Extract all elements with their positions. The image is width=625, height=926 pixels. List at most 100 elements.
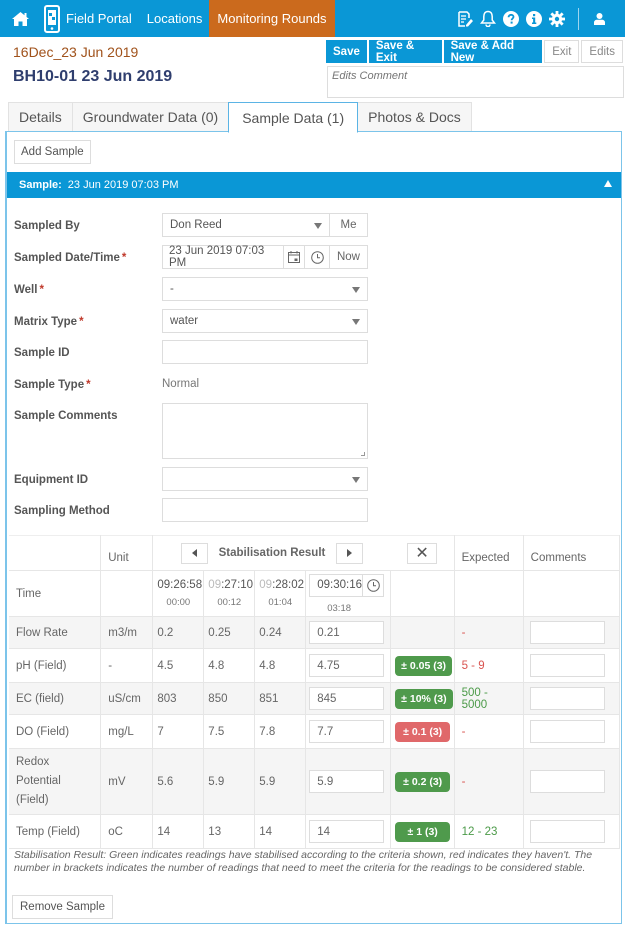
comment-input[interactable] bbox=[529, 820, 605, 843]
save-exit-button[interactable]: Save & Exit bbox=[368, 40, 442, 64]
sampling-method-label: Sampling Method bbox=[14, 505, 110, 517]
equipment-id-select[interactable] bbox=[162, 467, 368, 491]
sample-id-label: Sample ID bbox=[14, 347, 70, 359]
user-menu-button[interactable] bbox=[588, 0, 611, 37]
sample-comments-label: Sample Comments bbox=[14, 410, 118, 422]
parameter-name: Flow Rate bbox=[9, 616, 102, 649]
add-sample-button[interactable]: Add Sample bbox=[14, 140, 91, 164]
comment-input[interactable] bbox=[529, 621, 605, 644]
comments-cell bbox=[523, 648, 621, 683]
current-reading-input[interactable]: 0.21 bbox=[309, 621, 385, 644]
me-button[interactable]: Me bbox=[329, 213, 368, 237]
edits-button[interactable]: Edits bbox=[581, 40, 623, 63]
stabilisation-badge-cell: ± 0.2 (3) bbox=[390, 748, 455, 815]
save-button[interactable]: Save bbox=[326, 40, 367, 63]
sample-type-value: Normal bbox=[162, 378, 200, 390]
tab-sample-data[interactable]: Sample Data (1) bbox=[228, 102, 359, 133]
date-picker-button[interactable] bbox=[283, 245, 305, 269]
time-unit bbox=[100, 570, 154, 617]
prev-reading-button[interactable] bbox=[181, 542, 209, 564]
time-picker-button[interactable] bbox=[304, 245, 330, 269]
current-reading-cell: 7.7 bbox=[305, 714, 392, 749]
matrix-type-value: water bbox=[170, 315, 199, 327]
home-icon bbox=[11, 11, 29, 26]
mobile-device-icon bbox=[44, 4, 60, 33]
time-now-button[interactable] bbox=[362, 574, 383, 596]
time-reading-1: 09:26:58 00:00 bbox=[152, 570, 205, 617]
time-label: Time bbox=[9, 570, 102, 617]
tab-groundwater-data[interactable]: Groundwater Data (0) bbox=[71, 102, 230, 131]
help-button[interactable] bbox=[499, 0, 522, 37]
stabilisation-note: Stabilisation Result: Green indicates re… bbox=[14, 849, 593, 874]
expected-range: - bbox=[454, 616, 524, 649]
well-value: - bbox=[170, 283, 174, 295]
chevron-down-icon bbox=[352, 319, 360, 325]
stabilisation-badge: ± 1 (3) bbox=[395, 821, 451, 842]
edit-notes-icon bbox=[457, 10, 473, 27]
time-reading-3: 09:28:02 01:04 bbox=[254, 570, 307, 617]
time-reading-2: 09:27:10 00:12 bbox=[203, 570, 256, 617]
edits-comment-input[interactable] bbox=[327, 66, 624, 98]
nav-monitoring-rounds[interactable]: Monitoring Rounds bbox=[209, 0, 335, 37]
sample-id-input[interactable] bbox=[162, 340, 368, 364]
sampling-method-input[interactable] bbox=[162, 498, 368, 522]
comment-input[interactable] bbox=[529, 687, 605, 710]
matrix-type-select[interactable]: water bbox=[162, 309, 368, 333]
home-button[interactable] bbox=[0, 0, 40, 37]
comment-input[interactable] bbox=[529, 720, 605, 743]
sampled-by-label: Sampled By bbox=[14, 220, 80, 232]
current-time-input[interactable]: 09:30:16 bbox=[309, 573, 385, 597]
comments-cell bbox=[523, 616, 621, 649]
well-select[interactable]: - bbox=[162, 277, 368, 301]
close-column: ✕ bbox=[390, 535, 455, 571]
now-button[interactable]: Now bbox=[329, 245, 368, 269]
reading-2: 4.8 bbox=[203, 648, 256, 683]
edit-notes-button[interactable] bbox=[453, 0, 476, 37]
sampled-datetime-input[interactable]: 23 Jun 2019 07:03 PM bbox=[162, 245, 284, 269]
remove-reading-button[interactable]: ✕ bbox=[407, 542, 438, 564]
tab-photos-docs[interactable]: Photos & Docs bbox=[357, 102, 472, 131]
comment-input[interactable] bbox=[529, 770, 605, 793]
clock-icon bbox=[366, 578, 380, 592]
stabilisation-badge-cell bbox=[390, 616, 455, 649]
next-reading-button[interactable] bbox=[335, 542, 363, 564]
chevron-down-icon bbox=[314, 223, 322, 229]
current-reading-cell: 14 bbox=[305, 814, 392, 849]
tab-details[interactable]: Details bbox=[8, 102, 73, 131]
current-reading-input[interactable]: 5.9 bbox=[309, 770, 385, 793]
notifications-button[interactable] bbox=[476, 0, 499, 37]
user-icon bbox=[594, 12, 605, 25]
current-reading-input[interactable]: 4.75 bbox=[309, 654, 385, 677]
sample-comments-textarea[interactable] bbox=[162, 403, 368, 459]
parameter-unit: - bbox=[100, 648, 154, 683]
expected-range: 12 - 23 bbox=[454, 814, 524, 849]
sampled-by-select[interactable]: Don Reed bbox=[162, 213, 330, 237]
chevron-right-icon bbox=[346, 549, 352, 557]
info-button[interactable] bbox=[522, 0, 545, 37]
current-reading-input[interactable]: 14 bbox=[309, 820, 385, 843]
remove-sample-button[interactable]: Remove Sample bbox=[12, 895, 114, 919]
resize-grip-icon[interactable] bbox=[361, 452, 365, 456]
collapse-caret-icon[interactable] bbox=[604, 180, 612, 187]
chevron-down-icon bbox=[352, 287, 360, 293]
parameter-unit: mV bbox=[100, 748, 154, 815]
settings-button[interactable] bbox=[545, 0, 568, 37]
reading-1: 803 bbox=[152, 682, 205, 715]
reading-3: 0.24 bbox=[254, 616, 307, 649]
well-label: Well * bbox=[14, 284, 44, 296]
reading-2: 0.25 bbox=[203, 616, 256, 649]
field-portal-link[interactable]: Field Portal bbox=[44, 0, 132, 37]
top-navbar: Field Portal Locations Monitoring Rounds bbox=[0, 0, 625, 37]
save-add-new-button[interactable]: Save & Add New bbox=[443, 40, 543, 64]
sample-header-value: 23 Jun 2019 07:03 PM bbox=[67, 179, 179, 191]
sample-accordion-header[interactable]: Sample: 23 Jun 2019 07:03 PM bbox=[7, 172, 621, 198]
current-reading-input[interactable]: 845 bbox=[309, 687, 385, 710]
nav-locations[interactable]: Locations bbox=[140, 0, 210, 37]
sampled-datetime-label: Sampled Date/Time * bbox=[14, 252, 127, 264]
current-reading-input[interactable]: 7.7 bbox=[309, 720, 385, 743]
exit-button[interactable]: Exit bbox=[544, 40, 580, 63]
unit-header: Unit bbox=[100, 535, 154, 571]
sampled-datetime-value: 23 Jun 2019 07:03 PM bbox=[169, 245, 265, 269]
comment-input[interactable] bbox=[529, 654, 605, 677]
comments-cell bbox=[523, 714, 621, 749]
